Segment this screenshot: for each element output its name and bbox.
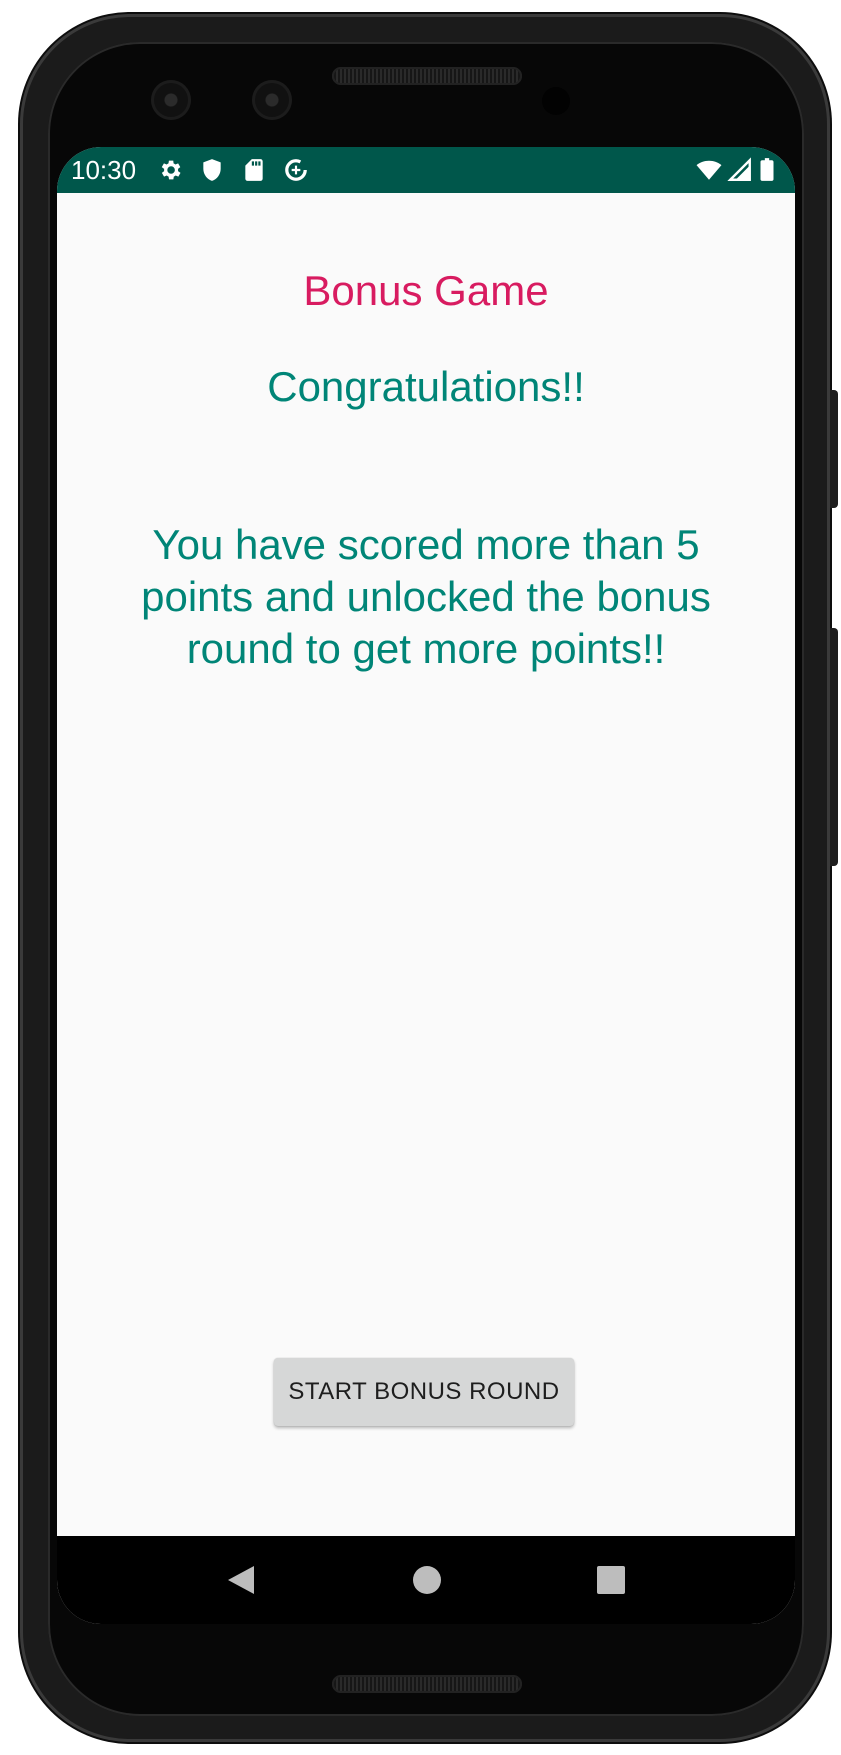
device-screen: 10:30 Bonus Game Congratulations!! You h… bbox=[57, 147, 795, 1624]
sd-card-icon bbox=[245, 159, 263, 181]
status-time: 10:30 bbox=[71, 155, 137, 185]
nav-recents-button[interactable] bbox=[581, 1550, 641, 1610]
top-speaker bbox=[332, 67, 522, 85]
page-title: Bonus Game bbox=[303, 267, 549, 314]
start-bonus-round-button[interactable]: START BONUS ROUND bbox=[274, 1358, 574, 1426]
settings-icon bbox=[161, 160, 181, 180]
cell-signal-icon bbox=[727, 157, 751, 181]
back-icon bbox=[228, 1566, 254, 1594]
wifi-icon bbox=[696, 160, 722, 180]
battery-icon bbox=[760, 158, 774, 181]
data-saver-icon bbox=[285, 159, 307, 181]
volume-button bbox=[830, 628, 838, 866]
home-icon bbox=[413, 1566, 441, 1594]
nav-home-button[interactable] bbox=[397, 1550, 457, 1610]
bottom-speaker bbox=[332, 1675, 522, 1693]
recents-icon bbox=[597, 1566, 625, 1594]
proximity-sensor bbox=[542, 87, 570, 115]
status-bar: 10:30 bbox=[57, 147, 795, 193]
app-content: Bonus Game Congratulations!! You have sc… bbox=[57, 193, 795, 1536]
front-camera-right bbox=[252, 80, 292, 120]
front-camera-left bbox=[151, 80, 191, 120]
congrats-heading: Congratulations!! bbox=[267, 363, 585, 410]
unlock-message: You have scored more than 5 points and u… bbox=[141, 521, 711, 672]
shield-icon bbox=[203, 159, 221, 181]
navigation-bar bbox=[57, 1536, 795, 1624]
nav-back-button[interactable] bbox=[211, 1550, 271, 1610]
power-button bbox=[830, 390, 838, 508]
